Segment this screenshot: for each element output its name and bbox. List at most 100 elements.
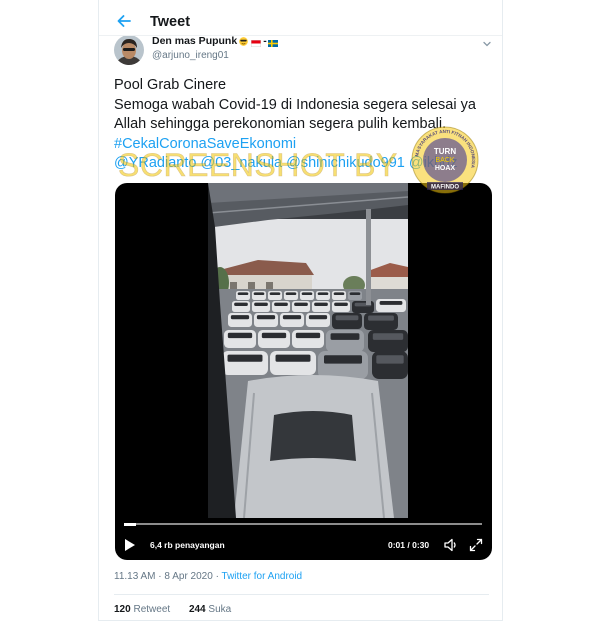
tweet-text: Pool Grab Cinere Semoga wabah Covid-19 d…: [114, 76, 499, 174]
parked-car: [232, 301, 250, 312]
car-window: [237, 292, 249, 296]
car-sunroof: [270, 411, 356, 461]
car-body: [326, 330, 364, 352]
parked-car: [348, 291, 362, 300]
tweet-line: Pool Grab Cinere: [114, 77, 227, 93]
parked-car: [272, 301, 290, 312]
car-window: [234, 302, 248, 306]
smiling-face-with-sunglasses-icon: [239, 37, 249, 46]
car-window: [301, 292, 313, 296]
parked-car: [224, 330, 256, 348]
car-window: [317, 292, 329, 296]
parked-car: [270, 351, 316, 375]
parked-car: [292, 301, 310, 312]
parked-car: [332, 313, 362, 329]
retweet-count[interactable]: 120 Retweet: [114, 604, 170, 615]
car-window: [254, 302, 268, 306]
car-window: [334, 302, 348, 306]
carport-column: [366, 209, 371, 305]
car-window: [330, 333, 360, 340]
video-player[interactable]: 6,4 rb penayangan 0:01 / 0:30: [115, 183, 492, 560]
parked-car: [228, 313, 252, 327]
car-window: [294, 302, 308, 306]
tweet-time[interactable]: 11.13 AM: [114, 571, 156, 582]
car-window: [308, 315, 328, 320]
author-name[interactable]: Den mas Pupunk -: [152, 35, 278, 48]
video-progress-bar[interactable]: [124, 522, 482, 526]
avatar[interactable]: [114, 35, 144, 65]
video-time: 0:01 / 0:30: [388, 540, 430, 550]
parked-car: [222, 351, 268, 375]
car-window: [314, 302, 328, 306]
parked-car: [332, 291, 346, 300]
retweet-label: Retweet: [133, 604, 171, 615]
like-count-value: 244: [188, 604, 206, 615]
car-window: [368, 315, 394, 321]
parked-car: [368, 330, 408, 352]
tweet-meta: 11.13 AM · 8 Apr 2020 · Twitter for Andr…: [114, 571, 302, 583]
car-window: [227, 354, 263, 362]
car-body: [364, 313, 398, 330]
car-window: [324, 355, 362, 364]
car-window: [253, 292, 265, 296]
car-window: [275, 354, 311, 362]
tweet-date[interactable]: 8 Apr 2020: [164, 571, 212, 582]
mentions-line: @YRadianto @03_nakula @shinichikudo991 @…: [114, 154, 499, 174]
indonesia-flag-icon: [251, 38, 262, 47]
car-window: [230, 315, 250, 320]
sweden-flag-icon: [267, 38, 278, 47]
car-body: [252, 301, 270, 312]
arrow-left-icon[interactable]: [116, 13, 132, 29]
parked-car: [364, 313, 398, 330]
parked-car: [372, 351, 408, 379]
car-window: [285, 292, 297, 296]
tweet-source-link[interactable]: Twitter for Android: [222, 571, 303, 582]
mention-link[interactable]: @03_nakula: [200, 155, 282, 171]
mention-link[interactable]: @ikhdz: [409, 155, 458, 171]
mention-link[interactable]: @shinichikudo991: [286, 155, 405, 171]
car-body: [232, 301, 250, 312]
parked-car: [326, 330, 364, 352]
page-title: Tweet: [150, 14, 191, 30]
car-body: [332, 301, 350, 312]
parked-car: [254, 313, 278, 327]
car-window: [261, 332, 287, 339]
car-body: [368, 330, 408, 352]
parked-car: [318, 351, 368, 379]
parked-cars: [222, 291, 408, 379]
tweet-line: Semoga wabah Covid-19 di Indonesia seger…: [114, 96, 476, 113]
like-label: Suka: [208, 604, 232, 615]
author-handle[interactable]: @arjuno_ireng01: [152, 50, 229, 62]
divider: [114, 594, 489, 595]
volume-icon[interactable]: [443, 537, 459, 553]
parked-car: [316, 291, 330, 300]
tweet-stats: 120 Retweet 244 Suka: [114, 604, 247, 616]
car-body: [272, 301, 290, 312]
parked-car: [312, 301, 330, 312]
foreground-car: [234, 375, 394, 518]
play-icon[interactable]: [124, 538, 136, 552]
parked-car: [292, 330, 324, 348]
parked-car: [252, 301, 270, 312]
hashtag-link[interactable]: #CekalCoronaSaveEkonomi: [114, 136, 296, 152]
parked-car: [280, 313, 304, 327]
retweet-count-value: 120: [114, 604, 131, 615]
video-progress-fill: [124, 522, 136, 526]
mention-link[interactable]: @YRadianto: [114, 155, 196, 171]
car-body: [312, 301, 330, 312]
chevron-down-icon[interactable]: [482, 36, 492, 47]
car-body: [292, 301, 310, 312]
meta-separator: ·: [215, 571, 219, 582]
car-window: [256, 315, 276, 320]
car-window: [227, 332, 253, 339]
car-window: [274, 302, 288, 306]
video-frame-image: [208, 183, 408, 518]
parked-car: [306, 313, 330, 327]
parked-car: [284, 291, 298, 300]
parked-car: [376, 299, 406, 312]
like-count[interactable]: 244 Suka: [189, 604, 231, 615]
car-window: [295, 332, 321, 339]
fullscreen-icon[interactable]: [468, 537, 484, 553]
car-window: [376, 355, 404, 364]
parked-car: [332, 301, 350, 312]
